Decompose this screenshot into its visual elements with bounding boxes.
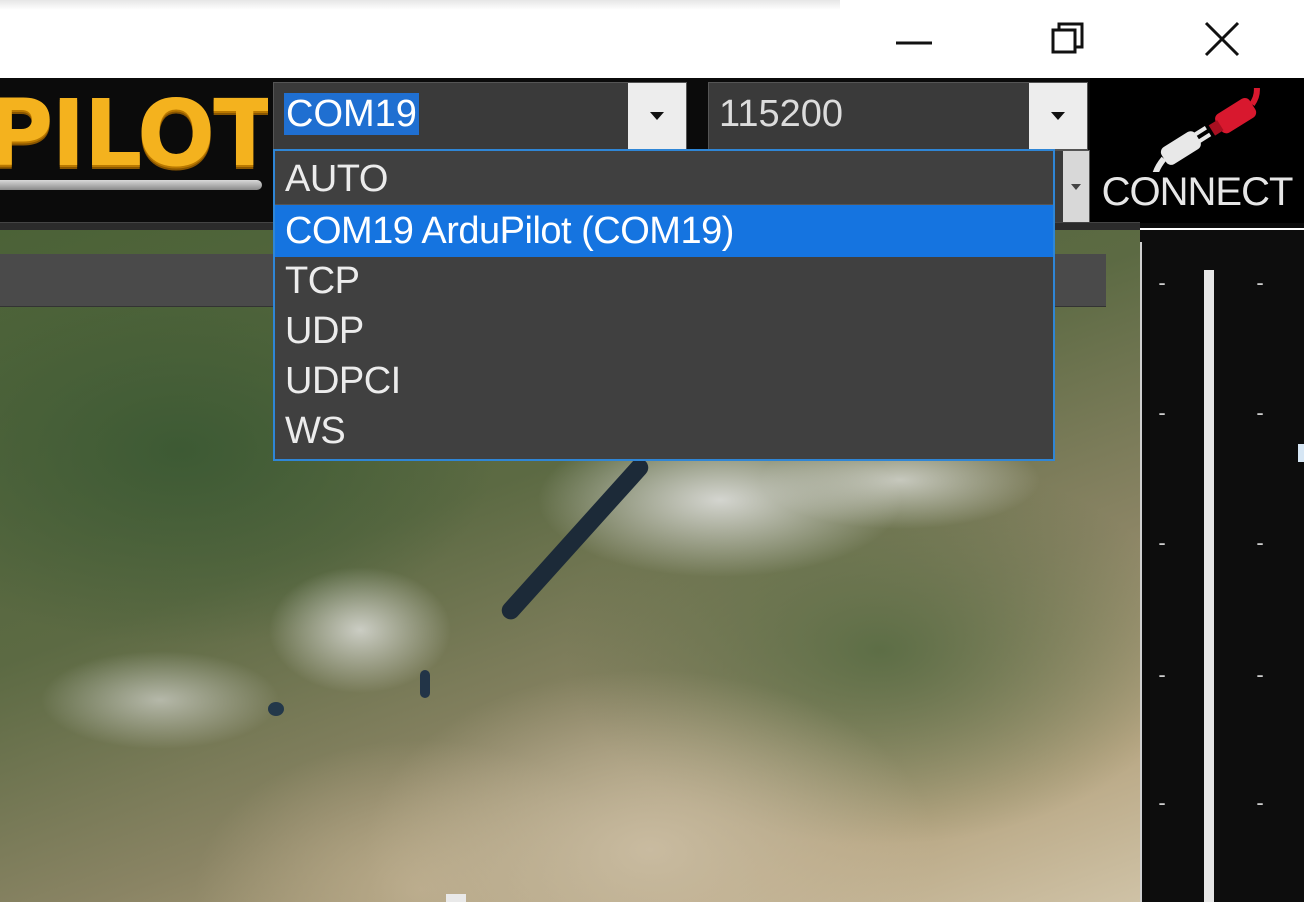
port-option-auto[interactable]: AUTO [275,153,1053,205]
close-button[interactable] [1172,8,1272,70]
port-option-ws[interactable]: WS [275,405,1053,457]
port-option-udp[interactable]: UDP [275,305,1053,357]
baud-combobox[interactable]: 115200 [708,82,1088,150]
baud-combobox-arrow[interactable] [1029,83,1087,149]
map-lake [498,454,652,624]
map-lake [268,702,284,716]
secondary-combobox-arrow[interactable] [1063,151,1089,223]
port-combobox-value[interactable]: COM19 [284,83,419,149]
port-combobox[interactable]: COM19 [273,82,687,150]
port-option-udpci[interactable]: UDPCI [275,355,1053,407]
hud-tick: - [1256,270,1264,295]
minimize-icon [896,41,932,45]
dropdown-arrow-icon [650,112,664,120]
dropdown-arrow-icon [1071,184,1081,190]
hud-scale-bar [1204,270,1214,902]
close-icon [1204,21,1240,57]
logo-text: PILOT [0,82,268,187]
port-option-com19[interactable]: COM19 ArduPilot (COM19) [275,205,1053,257]
port-combobox-text: COM19 [284,93,419,135]
port-option-tcp[interactable]: TCP [275,255,1053,307]
hud-tick: - [1158,270,1166,295]
map-marker [446,894,466,902]
hud-panel: - - - - - - - - - - [1140,230,1304,902]
title-bar-shadow [0,0,840,10]
minimize-button[interactable] [864,8,964,70]
port-dropdown-list: AUTO COM19 ArduPilot (COM19) TCP UDP UDP… [273,149,1055,461]
plug-connect-icon [1150,88,1260,172]
map-lake [420,670,430,698]
port-combobox-arrow[interactable] [628,83,686,149]
dropdown-arrow-icon [1051,112,1065,120]
hud-tick: - [1158,662,1166,687]
hud-scroll-nub[interactable] [1298,444,1304,462]
restore-button[interactable] [1018,8,1118,70]
hud-tick: - [1256,530,1264,555]
logo-swoosh [0,180,262,190]
hud-tick: - [1158,530,1166,555]
hud-tick: - [1256,400,1264,425]
connect-button[interactable]: CONNECT [1090,78,1304,223]
hud-tick: - [1256,662,1264,687]
hud-tick: - [1158,400,1166,425]
baud-combobox-value[interactable]: 115200 [719,83,843,149]
title-bar [0,0,1304,78]
app-logo: PILOT [0,82,268,200]
hud-edge [1140,242,1142,902]
restore-icon [1051,22,1084,54]
hud-tick: - [1256,790,1264,815]
connect-label: CONNECT [1101,170,1294,214]
hud-tick: - [1158,790,1166,815]
